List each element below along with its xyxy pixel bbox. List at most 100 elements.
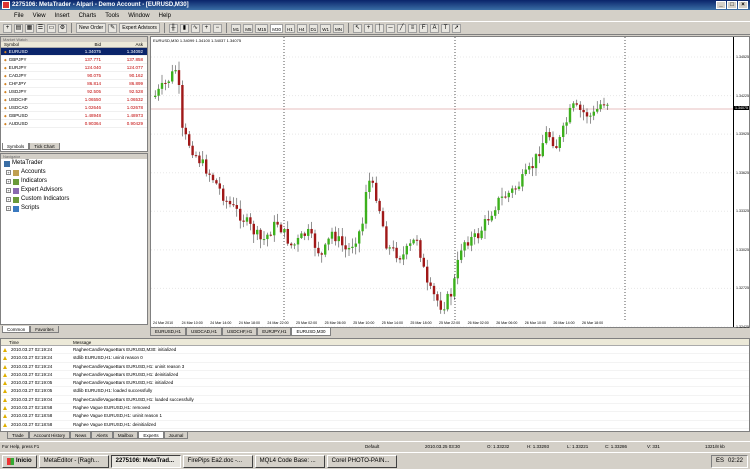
- expand-icon[interactable]: +: [6, 170, 11, 175]
- market-watch-row[interactable]: EURUSD 1.34075 1.34092: [1, 48, 147, 56]
- log-row[interactable]: 2010.03.27 02:19:24 RagheeCandleVagueBars…: [1, 363, 749, 371]
- log-row[interactable]: 2010.03.27 02:19:24 stdlib EURUSD,H1: uni…: [1, 354, 749, 363]
- taskbar-button[interactable]: 2275106: MetaTrad...: [110, 454, 181, 468]
- tab-account-history[interactable]: Account History: [28, 432, 71, 439]
- market-watch-row[interactable]: USDJPY 92.505 92.528: [1, 88, 147, 96]
- timeframe-h1[interactable]: H1: [285, 23, 295, 33]
- symbol-column-header[interactable]: Symbol: [1, 42, 59, 47]
- timeframe-m15[interactable]: M15: [255, 23, 269, 33]
- expand-icon[interactable]: +: [6, 197, 11, 202]
- taskbar-button[interactable]: FirePips Ea2.doc -...: [182, 454, 253, 468]
- log-row[interactable]: 2010.03.27 02:19:24 RagheeCandleVagueBars…: [1, 346, 749, 355]
- timeframe-d1[interactable]: D1: [308, 23, 319, 33]
- tab-favorites[interactable]: Favorites: [30, 326, 59, 333]
- taskbar-button[interactable]: MetaEditor - [Ragh...: [38, 454, 109, 468]
- zoom-in-icon[interactable]: +: [201, 23, 211, 33]
- message-column-header[interactable]: Message: [73, 339, 91, 345]
- market-watch-row[interactable]: EURJPY 124.040 124.077: [1, 64, 147, 72]
- metaeditor-icon[interactable]: ✎: [108, 23, 118, 33]
- log-row[interactable]: 2010.03.27 02:18:58 Raghee Vague EURUSD,H…: [1, 412, 749, 421]
- navigator-item-scripts[interactable]: + Scripts: [1, 204, 147, 213]
- vertical-line-icon[interactable]: │: [375, 23, 385, 33]
- timeframe-m30[interactable]: M30: [270, 23, 283, 33]
- fibonacci-icon[interactable]: F: [419, 23, 429, 33]
- tab-experts[interactable]: Experts: [138, 432, 164, 439]
- market-watch-row[interactable]: CADJPY 90.075 90.162: [1, 72, 147, 80]
- log-row[interactable]: 2010.03.27 02:19:05 stdlib EURUSD,H1: loa…: [1, 387, 749, 396]
- horizontal-line-icon[interactable]: ─: [386, 23, 396, 33]
- expert-advisors-button[interactable]: Expert Advisors: [119, 23, 160, 33]
- tab-trade[interactable]: Trade: [7, 432, 29, 439]
- timeframe-h4[interactable]: H4: [296, 23, 307, 33]
- taskbar-button[interactable]: Corel PHOTO-PAIN...: [326, 454, 397, 468]
- navigator-item-indicators[interactable]: + Indicators: [1, 177, 147, 186]
- timeframe-mn[interactable]: MN: [333, 23, 345, 33]
- timeframe-w1[interactable]: W1: [320, 23, 332, 33]
- tab-alerts[interactable]: Alerts: [91, 432, 113, 439]
- menu-file[interactable]: File: [14, 13, 24, 19]
- navigator-item-expert-advisors[interactable]: + Expert Advisors: [1, 186, 147, 195]
- profiles-icon[interactable]: ▤: [14, 23, 23, 33]
- tester-icon[interactable]: ⚙: [58, 23, 67, 33]
- price-axis[interactable]: 1.34525 1.34225 1.33925 1.33625 1.33325 1.330…: [733, 37, 750, 329]
- menu-charts[interactable]: Charts: [79, 13, 97, 19]
- navigator-icon[interactable]: ☰: [36, 23, 45, 33]
- chart-tab[interactable]: EURJPY,H1: [257, 328, 292, 336]
- market-watch-row[interactable]: GBPUSD 1.48948 1.48973: [1, 112, 147, 120]
- log-row[interactable]: 2010.03.27 02:19:04 RagheeCandleVagueBars…: [1, 396, 749, 405]
- tab-symbols[interactable]: Symbols: [2, 143, 30, 150]
- chart-tab[interactable]: EURUSD,H1: [150, 328, 187, 336]
- new-order-button[interactable]: New Order: [76, 23, 107, 33]
- candlestick-icon[interactable]: ▮: [179, 23, 189, 33]
- start-button[interactable]: Inicio: [2, 454, 37, 468]
- minimize-button[interactable]: _: [716, 1, 726, 9]
- bar-chart-icon[interactable]: ╫: [168, 23, 178, 33]
- market-watch-row[interactable]: USDCHF 1.06550 1.06532: [1, 96, 147, 104]
- menu-view[interactable]: View: [33, 13, 46, 19]
- time-column-header[interactable]: Time: [1, 339, 73, 345]
- chart-tab[interactable]: USDCAD,H1: [186, 328, 223, 336]
- zoom-out-icon[interactable]: −: [212, 23, 222, 33]
- new-chart-icon[interactable]: +: [3, 23, 12, 33]
- expand-icon[interactable]: +: [6, 206, 11, 211]
- channel-icon[interactable]: ≡: [408, 23, 418, 33]
- log-row[interactable]: 2010.03.27 02:19:24 RagheeCandleVagueBars…: [1, 371, 749, 380]
- tab-mailbox[interactable]: Mailbox: [112, 432, 139, 439]
- navigator-root[interactable]: MetaTrader: [1, 159, 147, 168]
- market-watch-icon[interactable]: ▦: [25, 23, 34, 33]
- label-icon[interactable]: T: [441, 23, 451, 33]
- trendline-icon[interactable]: ╱: [397, 23, 407, 33]
- close-button[interactable]: ×: [738, 1, 748, 9]
- line-chart-icon[interactable]: ∿: [190, 23, 200, 33]
- menu-tools[interactable]: Tools: [105, 13, 119, 19]
- navigator-item-accounts[interactable]: + Accounts: [1, 168, 147, 177]
- ask-column-header[interactable]: Ask: [101, 42, 143, 47]
- menu-window[interactable]: Window: [128, 13, 149, 19]
- expand-icon[interactable]: +: [6, 179, 11, 184]
- tab-common[interactable]: Common: [2, 326, 31, 333]
- timeframe-m1[interactable]: M1: [230, 23, 242, 33]
- maximize-button[interactable]: □: [727, 1, 737, 9]
- log-row[interactable]: 2010.03.27 02:18:58 Raghee Vague EURUSD,H…: [1, 421, 749, 429]
- log-row[interactable]: 2010.03.27 02:19:05 RagheeCandleVagueBars…: [1, 379, 749, 388]
- market-watch-row[interactable]: CHFJPY 86.814 86.899: [1, 80, 147, 88]
- tab-tick-chart[interactable]: Tick Chart: [29, 143, 60, 150]
- chart-tab[interactable]: EURUSD,M30: [291, 328, 331, 336]
- market-watch-row[interactable]: GBPJPY 137.771 137.858: [1, 56, 147, 64]
- text-icon[interactable]: A: [430, 23, 440, 33]
- market-watch-row[interactable]: AUDUSD 0.90364 0.90429: [1, 120, 147, 128]
- bid-column-header[interactable]: Bid: [59, 42, 101, 47]
- clock[interactable]: 02:22: [728, 456, 743, 467]
- navigator-item-custom-indicators[interactable]: + Custom Indicators: [1, 195, 147, 204]
- candlestick-chart[interactable]: [151, 37, 733, 327]
- time-axis[interactable]: 24 Mar 2010 24 Mar 10:00 24 Mar 14:00 24 Ma…: [151, 320, 733, 328]
- market-watch-row[interactable]: USDCAD 1.02646 1.02678: [1, 104, 147, 112]
- timeframe-m5[interactable]: M5: [243, 23, 254, 33]
- cursor-icon[interactable]: ↖: [353, 23, 363, 33]
- menu-insert[interactable]: Insert: [55, 13, 70, 19]
- language-indicator[interactable]: ES: [716, 456, 724, 467]
- crosshair-icon[interactable]: +: [364, 23, 374, 33]
- tab-news[interactable]: News: [70, 432, 92, 439]
- arrow-icon[interactable]: ➚: [452, 23, 462, 33]
- taskbar-button[interactable]: MQL4 Code Base: ...: [254, 454, 325, 468]
